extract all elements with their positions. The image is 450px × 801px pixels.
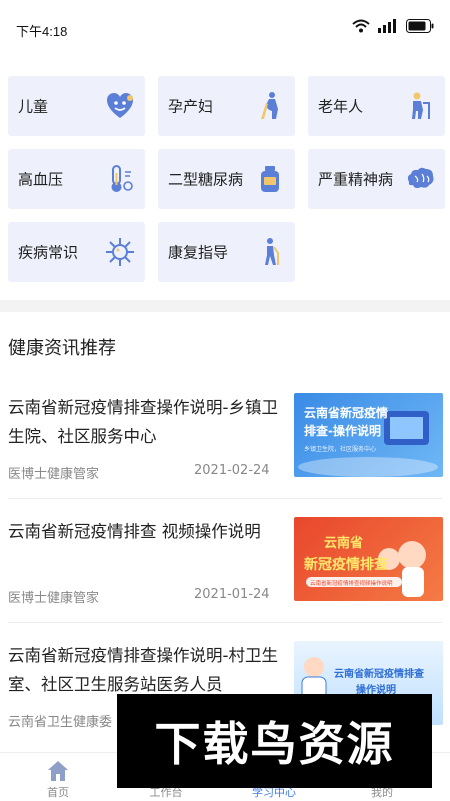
category-tile-mental[interactable]: 严重精神病: [308, 149, 445, 209]
news-date: 2021-02-24: [194, 463, 270, 478]
category-label: 老年人: [318, 97, 364, 116]
section-title: 健康资讯推荐: [8, 338, 116, 359]
category-tile-rehab[interactable]: 康复指导: [158, 222, 295, 282]
category-tile-disease-knowledge[interactable]: 疾病常识: [8, 222, 145, 282]
category-label: 高血压: [18, 170, 64, 189]
category-tile-children[interactable]: 儿童: [8, 76, 145, 136]
walking-person-icon: [265, 238, 279, 265]
section-divider: [0, 300, 450, 312]
category-tile-elderly[interactable]: 老年人: [308, 76, 445, 136]
wifi-icon: [352, 19, 370, 33]
category-label: 严重精神病: [318, 170, 394, 189]
svg-text:排查-操作说明: 排查-操作说明: [304, 423, 381, 438]
news-source: 医博士健康管家: [8, 467, 100, 482]
status-icons: [352, 19, 434, 33]
signal-icon: [378, 19, 396, 33]
thumbnail-illustration: 云南省新冠疫情 排查-操作说明 乡镇卫生院，社区服务中心: [298, 405, 438, 477]
news-item[interactable]: 云南省新冠疫情排查 视频操作说明 医博士健康管家 2021-01-24 云南省 …: [0, 499, 450, 623]
news-date: 2021-01-24: [194, 587, 270, 602]
tab-label: 首页: [47, 786, 69, 799]
category-label: 儿童: [18, 97, 49, 116]
watermark-text: 下载鸟资源: [154, 717, 395, 771]
news-title: 云南省新冠疫情排查 视频操作说明: [8, 522, 261, 541]
news-source: 云南省卫生健康委: [8, 715, 113, 730]
svg-text:云南省新冠疫情: 云南省新冠疫情: [304, 405, 388, 420]
news-item[interactable]: 云南省新冠疫情排查操作说明-乡镇卫生院、社区服务中心 医博士健康管家 2021-…: [0, 375, 450, 499]
svg-text:云南省新冠疫情排查: 云南省新冠疫情排查: [334, 667, 425, 680]
news-source: 医博士健康管家: [8, 591, 100, 606]
brain-icon: [407, 167, 434, 189]
medicine-bottle-icon: [261, 166, 279, 192]
virus-icon: [106, 238, 134, 266]
baby-face-icon: [107, 93, 133, 118]
svg-text:云南省: 云南省: [324, 535, 363, 551]
home-icon: [48, 761, 68, 781]
news-thumbnail: 云南省 新冠疫情排查 云南省新冠疫情排查视频操作说明: [294, 517, 443, 601]
pregnant-woman-icon: [261, 92, 278, 119]
news-thumbnail: 云南省新冠疫情 排查-操作说明 乡镇卫生院，社区服务中心: [294, 393, 443, 477]
category-tile-hypertension[interactable]: 高血压: [8, 149, 145, 209]
thumbnail-illustration: 云南省 新冠疫情排查 云南省新冠疫情排查视频操作说明: [304, 535, 426, 597]
news-title: 云南省新冠疫情排查操作说明-村卫生室、社区卫生服务站医务人员: [8, 646, 278, 694]
status-time: 下午4:18: [16, 24, 68, 39]
tab-home[interactable]: 首页: [13, 753, 103, 801]
svg-text:新冠疫情排查: 新冠疫情排查: [304, 556, 389, 573]
news-title: 云南省新冠疫情排查操作说明-乡镇卫生院、社区服务中心: [8, 398, 278, 446]
category-tile-maternal[interactable]: 孕产妇: [158, 76, 295, 136]
thermometer-icon: [111, 165, 133, 192]
svg-text:乡镇卫生院，社区服务中心: 乡镇卫生院，社区服务中心: [304, 445, 376, 453]
category-label: 疾病常识: [18, 243, 79, 262]
category-label: 孕产妇: [168, 97, 214, 116]
battery-icon: [406, 19, 434, 33]
category-label: 康复指导: [168, 243, 229, 262]
watermark-banner: 下载鸟资源: [117, 694, 432, 788]
category-tile-diabetes[interactable]: 二型糖尿病: [158, 149, 295, 209]
category-label: 二型糖尿病: [168, 170, 244, 189]
svg-text:云南省新冠疫情排查视频操作说明: 云南省新冠疫情排查视频操作说明: [310, 579, 393, 587]
elderly-person-icon: [412, 92, 430, 119]
status-bar: 下午4:18: [0, 0, 450, 58]
